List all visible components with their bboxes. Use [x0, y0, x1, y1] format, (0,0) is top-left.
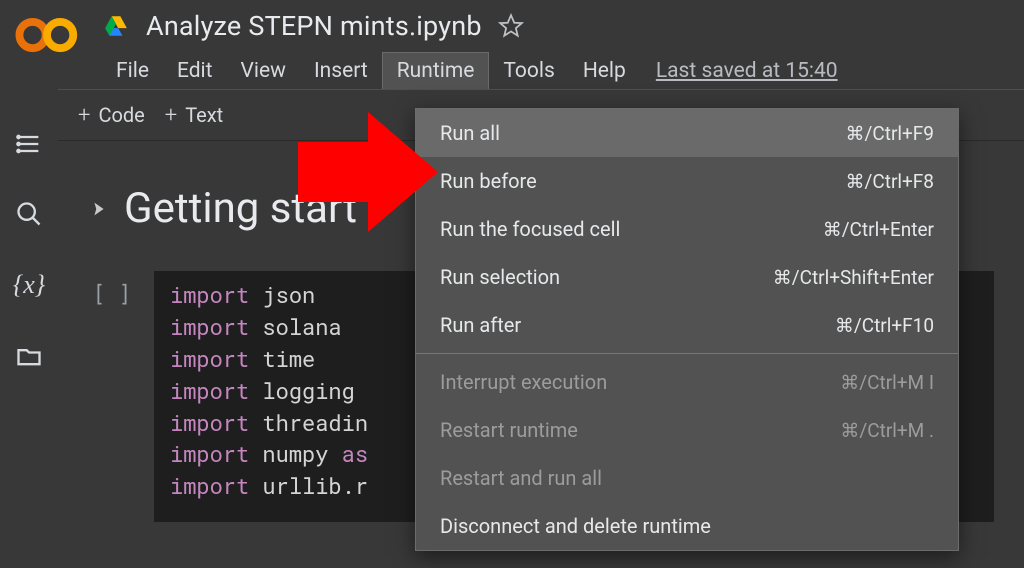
runtime-dropdown: Run all ⌘/Ctrl+F9 Run before ⌘/Ctrl+F8 R…: [415, 108, 959, 551]
menu-insert[interactable]: Insert: [300, 53, 382, 89]
menu-file[interactable]: File: [102, 53, 163, 89]
document-title[interactable]: Analyze STEPN mints.ipynb: [146, 10, 482, 42]
menu-run-all[interactable]: Run all ⌘/Ctrl+F9: [416, 109, 958, 157]
menu-separator: [416, 353, 958, 354]
plus-icon: +: [165, 103, 177, 128]
menu-run-focused[interactable]: Run the focused cell ⌘/Ctrl+Enter: [416, 205, 958, 253]
menu-disconnect-delete[interactable]: Disconnect and delete runtime: [416, 502, 958, 550]
files-icon[interactable]: [15, 342, 43, 370]
menu-interrupt: Interrupt execution ⌘/Ctrl+M I: [416, 358, 958, 406]
cell-execution-indicator[interactable]: [ ]: [88, 271, 136, 522]
menu-help[interactable]: Help: [569, 53, 640, 89]
menu-edit[interactable]: Edit: [163, 53, 227, 89]
menu-runtime[interactable]: Runtime: [382, 52, 490, 89]
search-icon[interactable]: [15, 200, 43, 228]
colab-logo[interactable]: [14, 14, 80, 60]
left-rail: {x}: [0, 108, 58, 568]
menu-run-selection[interactable]: Run selection ⌘/Ctrl+Shift+Enter: [416, 253, 958, 301]
variables-icon[interactable]: {x}: [13, 270, 45, 300]
menu-bar: File Edit View Insert Runtime Tools Help…: [102, 52, 1024, 89]
add-text-label: Text: [185, 103, 223, 127]
plus-icon: +: [78, 103, 90, 128]
last-saved-text[interactable]: Last saved at 15:40: [656, 59, 838, 83]
menu-restart: Restart runtime ⌘/Ctrl+M .: [416, 406, 958, 454]
toc-icon[interactable]: [15, 130, 43, 158]
add-text-button[interactable]: + Text: [165, 103, 223, 128]
menu-restart-run-all: Restart and run all: [416, 454, 958, 502]
add-code-label: Code: [98, 103, 144, 127]
menu-run-before[interactable]: Run before ⌘/Ctrl+F8: [416, 157, 958, 205]
menu-tools[interactable]: Tools: [489, 53, 568, 89]
drive-icon: [102, 13, 130, 39]
add-code-button[interactable]: + Code: [78, 103, 145, 128]
section-toggle-icon[interactable]: [88, 198, 110, 220]
section-title: Getting start: [124, 184, 357, 233]
star-icon[interactable]: [498, 13, 524, 39]
menu-run-after[interactable]: Run after ⌘/Ctrl+F10: [416, 301, 958, 349]
menu-view[interactable]: View: [227, 53, 300, 89]
